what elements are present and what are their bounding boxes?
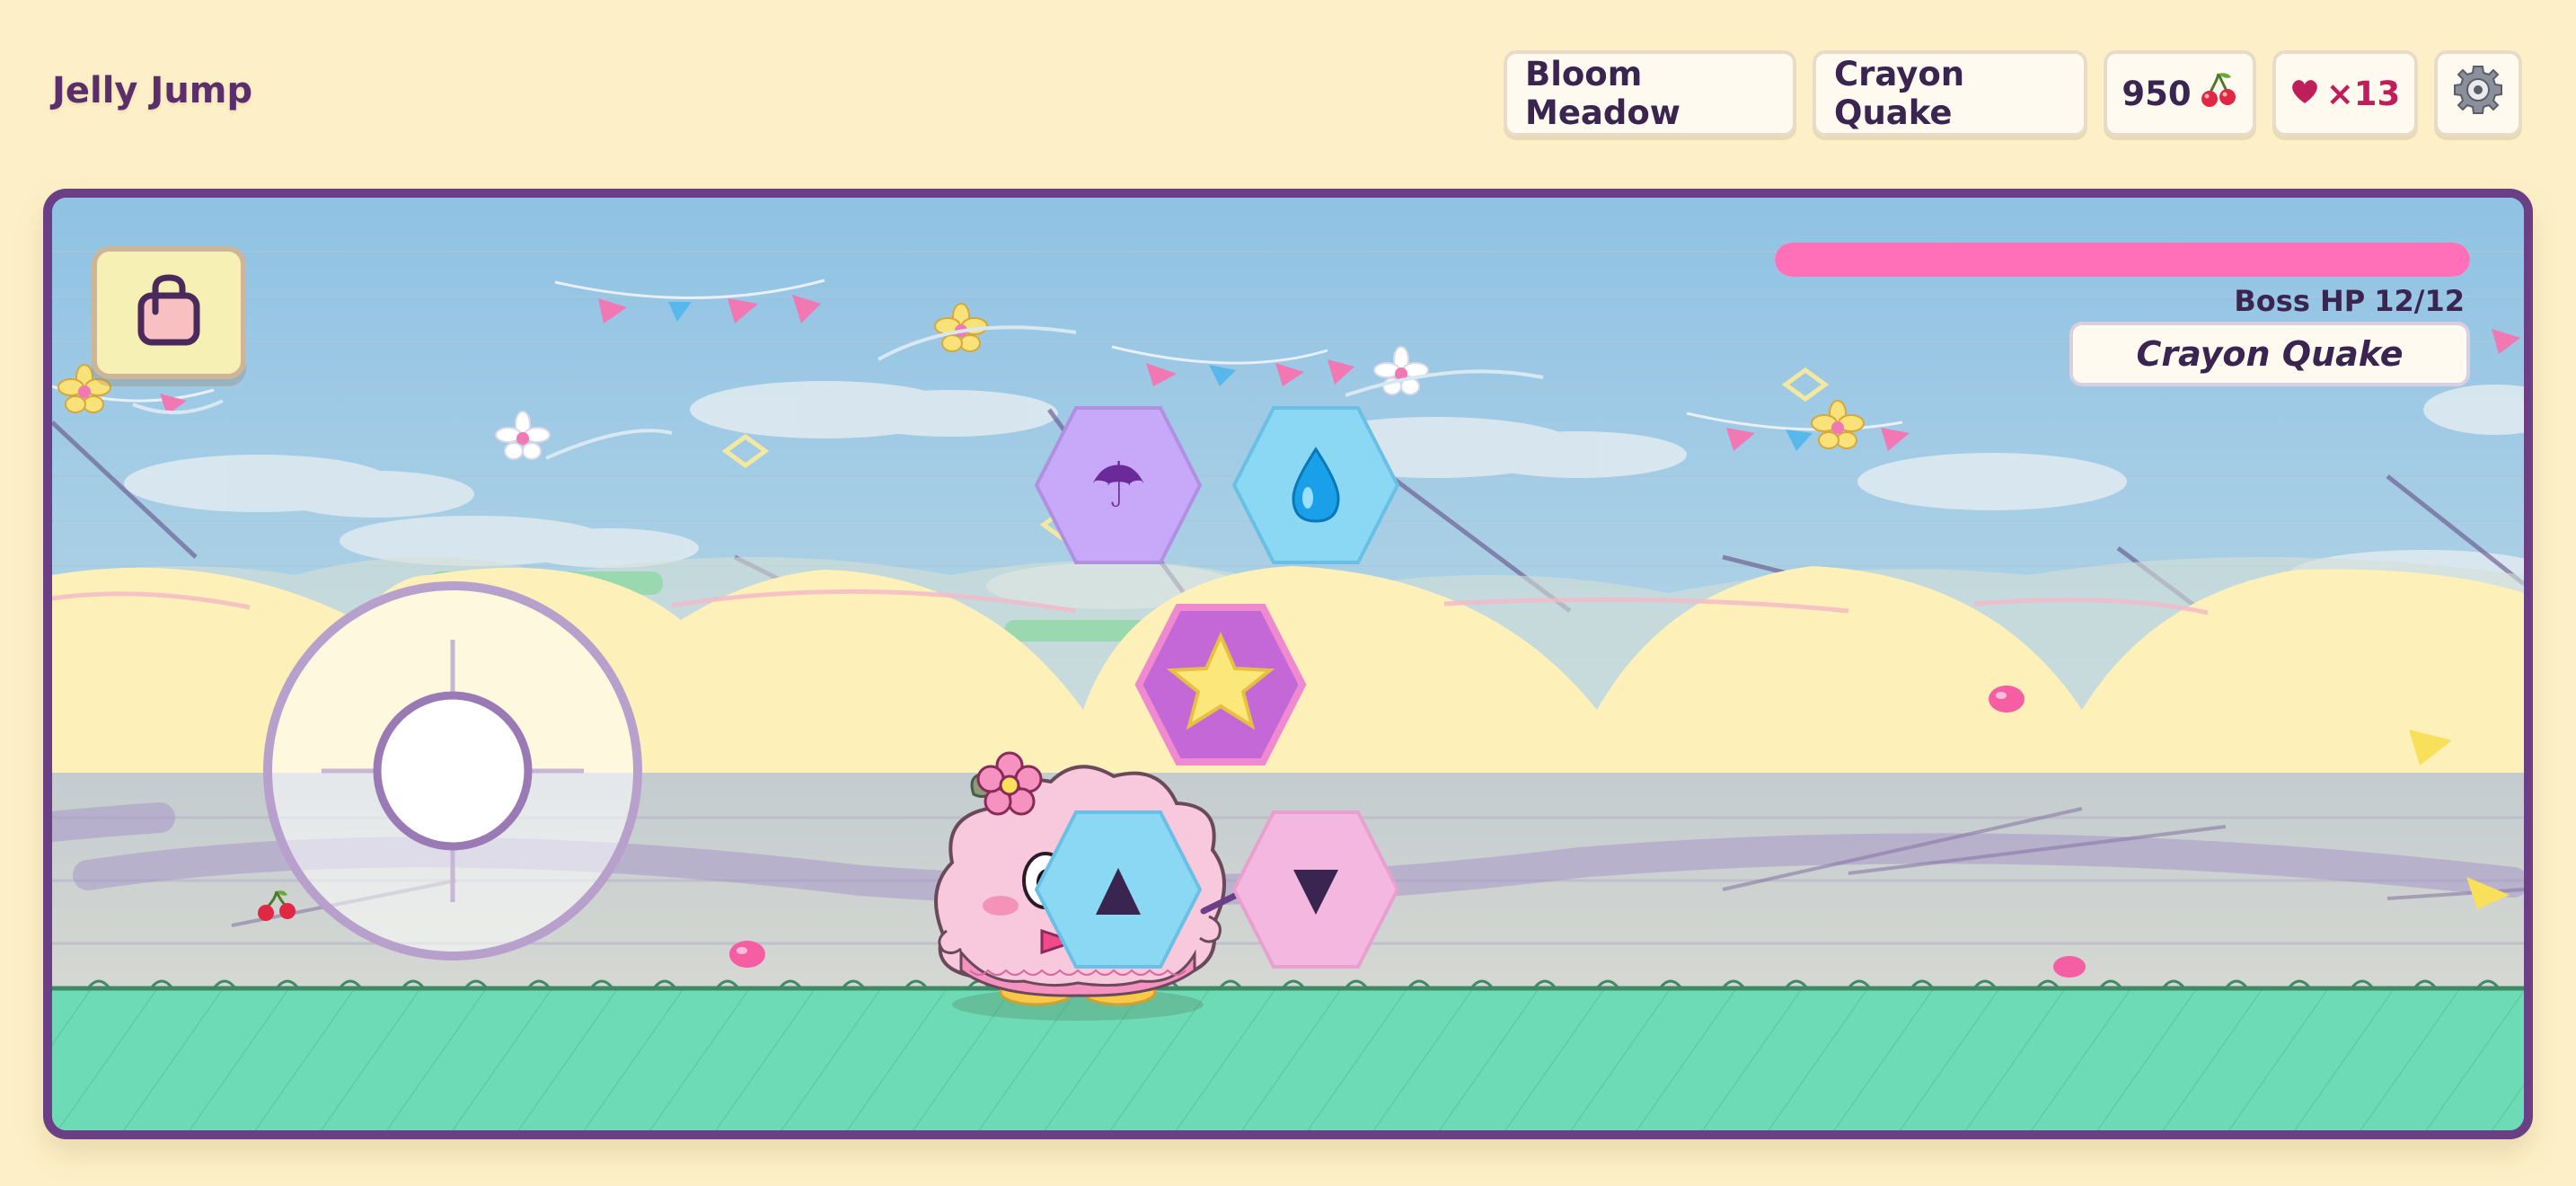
boss-name-badge: Crayon Quake [1813,50,2087,137]
game-viewport[interactable]: Boss HP 12/12 Crayon Quake ☂ [43,189,2533,1139]
duck-button[interactable] [1231,809,1401,970]
lives-counter: ×13 [2272,50,2418,137]
virtual-joystick[interactable] [262,580,643,961]
water-button[interactable] [1231,404,1401,566]
score-counter: 950 [2104,50,2256,137]
inventory-button[interactable] [92,246,246,379]
cherry-icon [2199,70,2238,118]
umbrella-button[interactable]: ☂ [1033,404,1204,566]
bag-icon [128,270,209,355]
top-hud: Bloom Meadow Crayon Quake 950 ×13 [1504,50,2522,140]
jump-button[interactable] [1033,809,1204,970]
level-name-badge: Bloom Meadow [1504,50,1796,137]
app-title: Jelly Jump [52,70,253,111]
gear-icon [2451,63,2505,125]
boss-hp-label: Boss HP [2234,284,2366,318]
boss-hp-fill [1775,243,2470,277]
boss-hp-value: 12/12 [2374,284,2465,318]
heart-icon [2290,75,2319,113]
lives-value: ×13 [2325,74,2401,113]
boss-hp-bar [1775,243,2470,277]
boss-hp-text: Boss HP 12/12 [2234,284,2465,318]
joystick-thumb [373,691,533,851]
star-attack-button[interactable] [1134,604,1307,766]
settings-button[interactable] [2434,50,2522,137]
score-value: 950 [2122,74,2192,113]
boss-name-plate: Crayon Quake [2069,322,2470,386]
